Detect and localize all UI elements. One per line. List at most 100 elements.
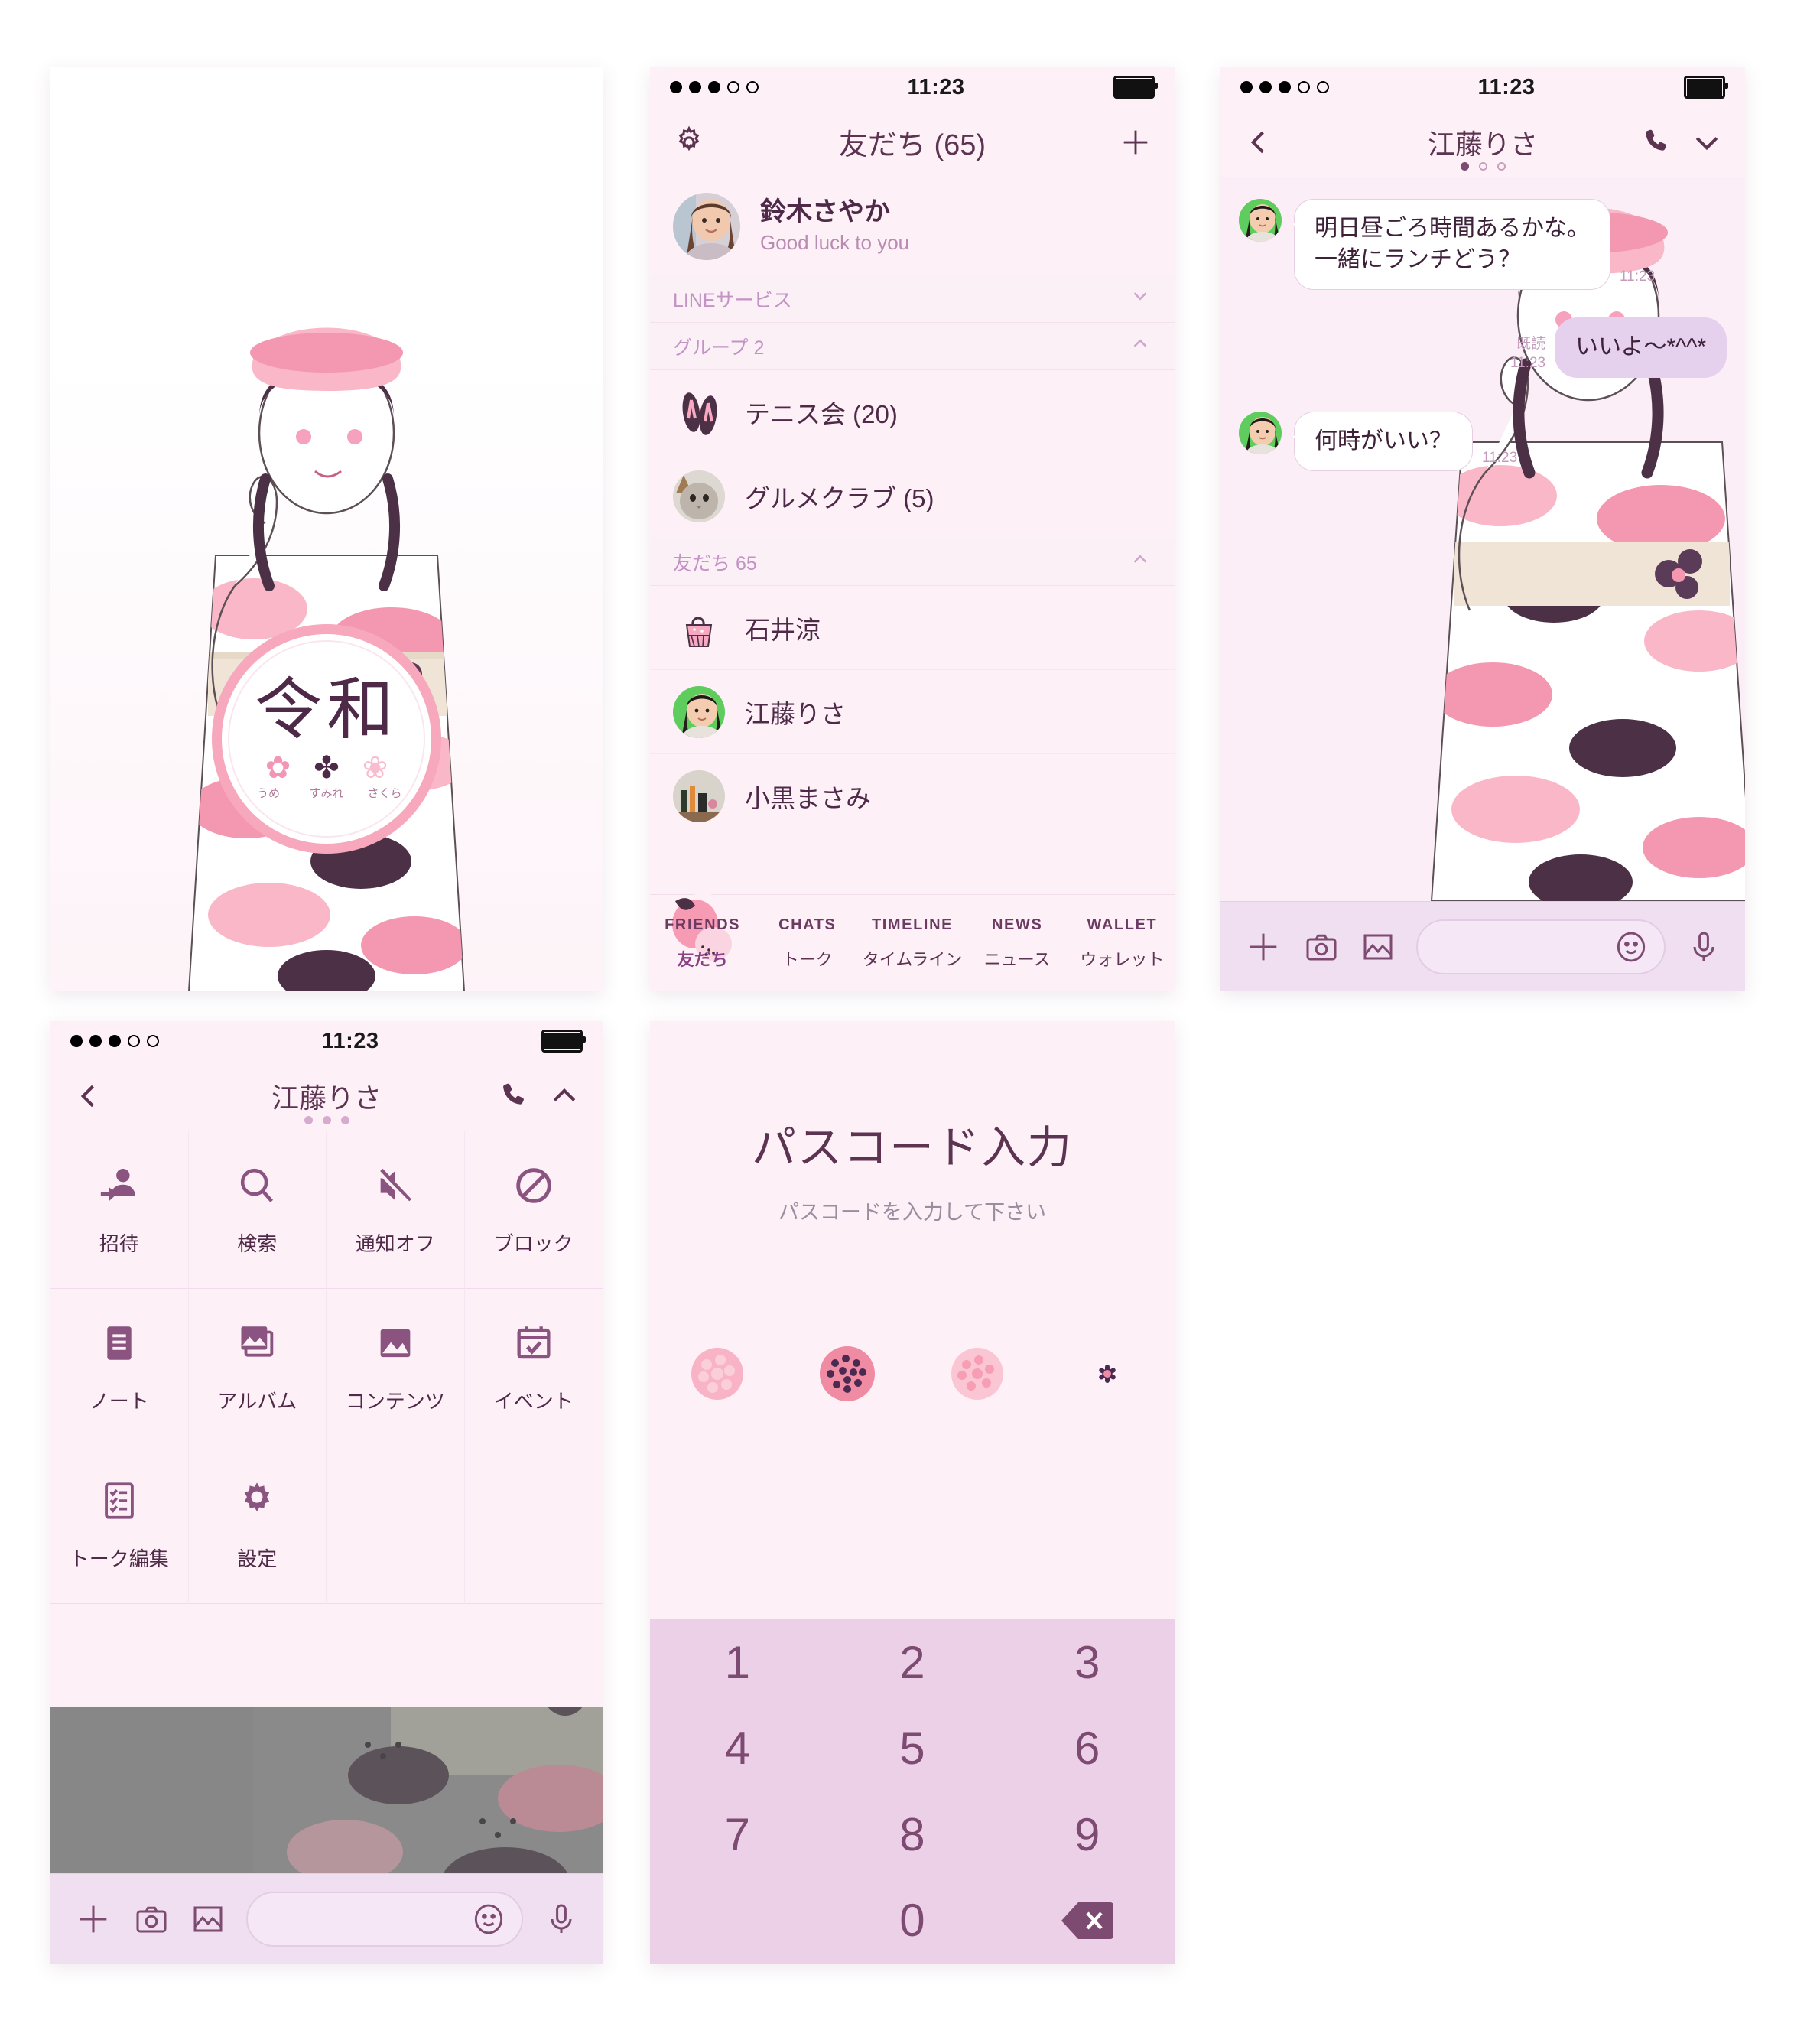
section-header-friends[interactable]: 友だち 65 [650,538,1175,586]
key-0[interactable]: 0 [825,1878,1000,1964]
key-9[interactable]: 9 [999,1791,1175,1878]
camera-icon[interactable] [133,1901,170,1938]
chevron-up-icon[interactable] [548,1079,581,1113]
list-item[interactable]: テニス会 (20) [650,370,1175,454]
sumire-flower-icon: ✤ [314,750,340,785]
plus-icon[interactable] [1243,927,1283,967]
tab-chats[interactable]: CHATS トーク [755,895,860,991]
menu-item-mute[interactable]: 通知オフ [327,1131,465,1289]
tab-timeline[interactable]: TIMELINE タイムライン [860,895,964,991]
passcode-subtitle: パスコードを入力して下さい [778,1201,1047,1224]
smiley-icon[interactable] [470,1900,508,1938]
menu-item-album[interactable]: アルバム [188,1289,327,1446]
passcode-dot-3-chrysanthemum-icon [951,1348,1003,1400]
microphone-icon[interactable] [1685,929,1722,965]
signal-strength-icon [1240,81,1329,93]
sakura-flower-icon: ❀ [362,750,388,785]
chevron-down-icon[interactable] [1690,125,1724,159]
page-title: 友だち (65) [838,129,986,161]
key-1[interactable]: 1 [650,1619,825,1706]
chevron-left-icon[interactable] [1242,125,1276,159]
section-header-groups[interactable]: グループ 2 [650,323,1175,370]
menu-item-edit-chat[interactable]: トーク編集 [50,1446,189,1604]
menu-item-label: 検索 [237,1231,278,1255]
tab-label-en: NEWS [992,916,1043,933]
my-profile-row[interactable]: 鈴木さやか Good luck to you [650,177,1175,275]
message-input-field[interactable] [246,1891,523,1947]
section-header-line-services[interactable]: LINEサービス [650,275,1175,323]
key-blank [650,1878,825,1964]
passcode-dot-2-chrysanthemum-icon [820,1346,875,1401]
chat-input-bar [50,1873,603,1964]
image-icon[interactable] [1360,929,1396,965]
note-icon [97,1321,141,1369]
reiwa-badge: 令和 ✿ ✤ ❀ うめ すみれ さくら [212,624,441,854]
key-8[interactable]: 8 [825,1791,1000,1878]
key-3[interactable]: 3 [999,1619,1175,1706]
chat-message-area: 明日昼ごろ時間あるかな。 一緒にランチどう？ 11:23 既読 11:23 いい… [1220,177,1745,901]
menu-item-content[interactable]: コンテンツ [327,1289,465,1446]
message-input-field[interactable] [1416,919,1666,974]
search-icon [235,1163,279,1212]
smiley-icon[interactable] [1612,928,1650,966]
tab-label-jp: トーク [782,949,833,969]
menu-item-invite[interactable]: 招待 [50,1131,189,1289]
tab-news[interactable]: NEWS ニュース [965,895,1070,991]
chevron-down-icon[interactable] [1129,285,1152,313]
menu-item-empty [327,1446,465,1604]
chevron-left-icon[interactable] [72,1079,106,1113]
tab-friends[interactable]: FRIENDS 友だち [650,893,755,991]
microphone-icon[interactable] [543,1901,580,1938]
checklist-icon [97,1479,141,1527]
battery-icon [541,1030,586,1053]
menu-item-block[interactable]: ブロック [464,1131,603,1289]
key-2[interactable]: 2 [825,1619,1000,1706]
list-item[interactable]: 江藤りさ [650,670,1175,754]
tab-wallet[interactable]: WALLET ウォレット [1070,895,1175,991]
kimono-pattern-artwork [253,1707,603,1873]
menu-item-settings[interactable]: 設定 [188,1446,327,1604]
status-bar: 11:23 [650,67,1175,107]
page-indicator-dots [50,1116,603,1124]
mute-icon [373,1163,418,1212]
section-label: LINEサービス [673,289,792,311]
friends-list-panel: 11:23 友だち (65) 鈴木さやか Good luck to you LI… [650,67,1175,991]
status-bar-clock: 11:23 [321,1028,379,1053]
list-item[interactable]: 石井涼 [650,586,1175,670]
tab-label-jp: タイムライン [862,949,963,969]
chat-navbar: 江藤りさ [1220,107,1745,177]
phone-icon[interactable] [499,1080,531,1112]
key-6[interactable]: 6 [999,1706,1175,1792]
list-item[interactable]: 小黒まさみ [650,754,1175,838]
key-5[interactable]: 5 [825,1706,1000,1792]
basket-avatar [673,601,725,654]
camera-icon[interactable] [1303,929,1340,965]
interior-avatar [673,769,725,822]
chevron-up-icon[interactable] [1129,332,1152,360]
list-item[interactable]: グルメクラブ (5) [650,454,1175,538]
image-icon[interactable] [190,1901,226,1938]
menu-item-search[interactable]: 検索 [188,1131,327,1289]
wallpaper-illustration: 令和 ✿ ✤ ❀ うめ すみれ さくら [50,67,603,991]
plus-icon[interactable] [73,1899,113,1939]
menu-item-label: アルバム [217,1389,297,1413]
message-timestamp: 11:23 [1510,354,1546,371]
message-bubble[interactable]: 何時がいい？ [1293,411,1473,471]
backspace-icon[interactable] [999,1878,1175,1964]
plus-icon[interactable] [1118,125,1153,160]
gear-icon[interactable] [671,125,707,160]
bottom-tab-bar: FRIENDS 友だち CHATS トーク TIMELINE タイムライン NE… [650,893,1175,991]
message-bubble[interactable]: いいよ〜*^^* [1555,317,1727,378]
phone-icon[interactable] [1641,126,1673,158]
read-receipt: 既読 [1516,336,1546,353]
message-timestamp: 11:23 [1620,268,1656,285]
passcode-keypad: 1 2 3 4 5 6 7 8 9 0 [650,1619,1175,1964]
menu-item-note[interactable]: ノート [50,1289,189,1446]
message-bubble[interactable]: 明日昼ごろ時間あるかな。 一緒にランチどう？ [1293,199,1610,290]
chevron-up-icon[interactable] [1129,548,1152,576]
menu-item-event[interactable]: イベント [464,1289,603,1446]
passcode-dot-row [650,1339,1175,1409]
key-4[interactable]: 4 [650,1706,825,1792]
key-7[interactable]: 7 [650,1791,825,1878]
menu-item-empty [464,1446,603,1604]
